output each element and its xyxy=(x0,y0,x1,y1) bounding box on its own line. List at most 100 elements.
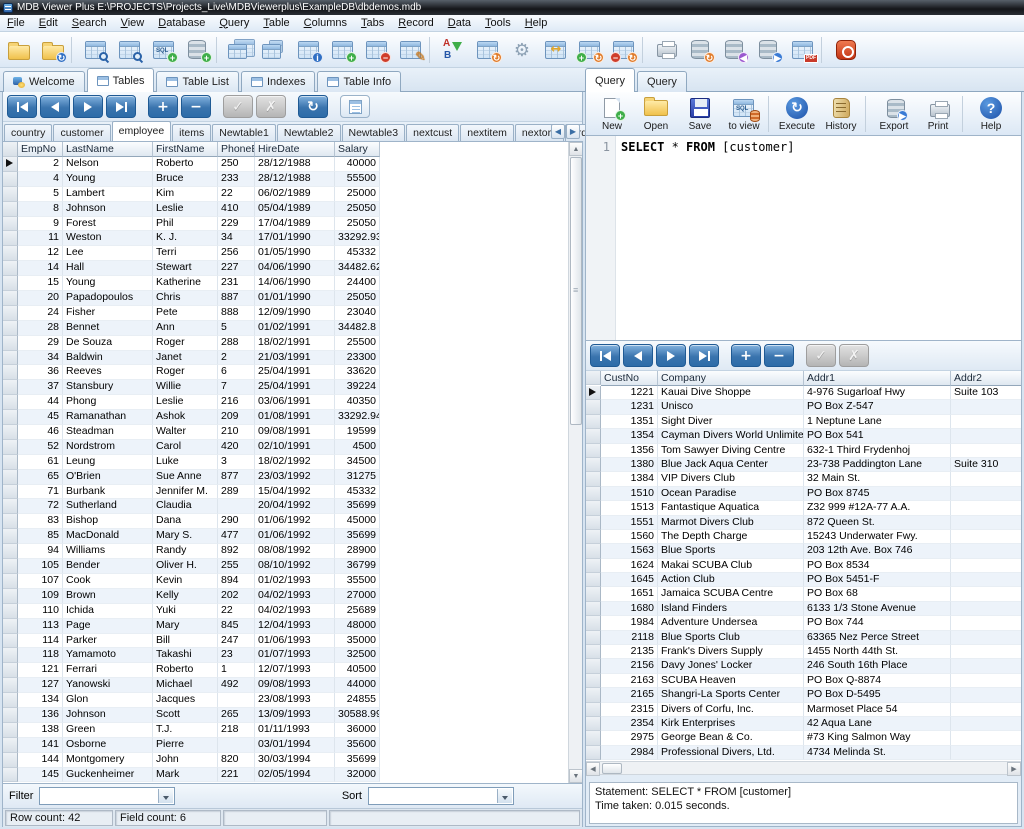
column-header-lastname[interactable]: LastName xyxy=(63,142,153,157)
cell[interactable]: 492 xyxy=(218,678,255,693)
column-header-empno[interactable]: EmpNo xyxy=(18,142,63,157)
chevron-down-icon[interactable] xyxy=(158,789,173,803)
tab-scroll-right-icon[interactable]: ▶ xyxy=(566,124,580,139)
column-header-custno[interactable]: CustNo xyxy=(601,371,658,386)
table-row[interactable]: 2NelsonRoberto25028/12/198840000 xyxy=(3,157,582,172)
cell[interactable]: 01/08/1991 xyxy=(255,410,335,425)
cell[interactable]: 34500 xyxy=(335,455,380,470)
cell[interactable]: 1551 xyxy=(601,516,658,530)
cell[interactable]: Phong xyxy=(63,395,153,410)
cell[interactable]: 290 xyxy=(218,514,255,529)
result-insert-record-button[interactable]: + xyxy=(731,344,761,367)
cell[interactable]: 04/02/1993 xyxy=(255,604,335,619)
cell[interactable]: 11 xyxy=(18,231,63,246)
cell[interactable]: 6 xyxy=(218,365,255,380)
cell[interactable]: 28900 xyxy=(335,544,380,559)
cell[interactable]: Chris xyxy=(153,291,218,306)
cell[interactable]: 02/05/1994 xyxy=(255,768,335,783)
menu-query[interactable]: Query xyxy=(212,15,256,32)
cell[interactable]: Suite 103 xyxy=(951,386,1021,400)
cell[interactable]: Roberto xyxy=(153,663,218,678)
table-row[interactable]: 20PapadopoulosChris88701/01/199025050 xyxy=(3,291,582,306)
query-tab-2[interactable]: Query xyxy=(637,71,687,92)
row-indicator[interactable] xyxy=(586,559,601,573)
cell[interactable]: PO Box D-5495 xyxy=(804,688,951,702)
cell[interactable]: Fantastique Aquatica xyxy=(658,501,804,515)
table-row[interactable]: 12LeeTerri25601/05/199045332 xyxy=(3,246,582,261)
menu-tools[interactable]: Tools xyxy=(478,15,518,32)
cell[interactable]: 872 Queen St. xyxy=(804,516,951,530)
cell[interactable]: 8 xyxy=(18,202,63,217)
menu-data[interactable]: Data xyxy=(441,15,478,32)
column-header-company[interactable]: Company xyxy=(658,371,804,386)
table-row[interactable]: 2135Frank's Divers Supply1455 North 44th… xyxy=(586,645,1021,659)
row-indicator[interactable] xyxy=(586,516,601,530)
table-row[interactable]: 1651Jamaica SCUBA CentrePO Box 68 xyxy=(586,587,1021,601)
cell[interactable]: 1510 xyxy=(601,487,658,501)
cell[interactable]: 127 xyxy=(18,678,63,693)
cell[interactable]: Blue Jack Aqua Center xyxy=(658,458,804,472)
cell[interactable]: Unisco xyxy=(658,400,804,414)
scroll-left-icon[interactable]: ◀ xyxy=(586,762,600,776)
table-row[interactable]: 83BishopDana29001/06/199245000 xyxy=(3,514,582,529)
print-button[interactable]: Print xyxy=(916,93,960,135)
row-indicator[interactable] xyxy=(586,616,601,630)
cell[interactable] xyxy=(951,472,1021,486)
cell[interactable]: Lee xyxy=(63,246,153,261)
table-tab-newtable3[interactable]: Newtable3 xyxy=(342,124,406,141)
table-row[interactable]: 1563Blue Sports203 12th Ave. Box 746 xyxy=(586,544,1021,558)
cell[interactable] xyxy=(951,429,1021,443)
cell[interactable]: Williams xyxy=(63,544,153,559)
row-indicator[interactable] xyxy=(3,425,18,440)
cell[interactable]: Frank's Divers Supply xyxy=(658,645,804,659)
cell[interactable]: 33620 xyxy=(335,365,380,380)
cell[interactable]: 246 South 16th Place xyxy=(804,659,951,673)
cell[interactable]: Stansbury xyxy=(63,380,153,395)
cell[interactable]: 145 xyxy=(18,768,63,783)
cell[interactable]: 13/09/1993 xyxy=(255,708,335,723)
cell[interactable]: 23300 xyxy=(335,351,380,366)
table-row[interactable]: 1356Tom Sawyer Diving Centre632-1 Third … xyxy=(586,444,1021,458)
cell[interactable]: 34 xyxy=(18,351,63,366)
cell[interactable]: 09/08/1991 xyxy=(255,425,335,440)
table-row[interactable]: 109BrownKelly20204/02/199327000 xyxy=(3,589,582,604)
cell[interactable]: 4500 xyxy=(335,440,380,455)
result-delete-record-button[interactable]: − xyxy=(764,344,794,367)
table-row[interactable]: 107CookKevin89401/02/199335500 xyxy=(3,574,582,589)
cell[interactable]: Hall xyxy=(63,261,153,276)
cell[interactable] xyxy=(951,616,1021,630)
cell[interactable]: Dana xyxy=(153,514,218,529)
row-indicator[interactable] xyxy=(586,746,601,760)
cell[interactable]: Pierre xyxy=(153,738,218,753)
row-indicator[interactable] xyxy=(586,400,601,414)
cell[interactable]: 01/01/1990 xyxy=(255,291,335,306)
row-indicator[interactable] xyxy=(3,693,18,708)
result-first-record-button[interactable] xyxy=(590,344,620,367)
cell[interactable]: K. J. xyxy=(153,231,218,246)
cell[interactable]: 250 xyxy=(218,157,255,172)
cell[interactable]: PO Box 5451-F xyxy=(804,573,951,587)
cell[interactable]: Lambert xyxy=(63,187,153,202)
cell[interactable]: Ocean Paradise xyxy=(658,487,804,501)
cell[interactable]: 35600 xyxy=(335,738,380,753)
cell[interactable]: Carol xyxy=(153,440,218,455)
cell[interactable]: 28 xyxy=(18,321,63,336)
table-row[interactable]: 1380Blue Jack Aqua Center23-738 Paddingt… xyxy=(586,458,1021,472)
cell[interactable]: Bill xyxy=(153,634,218,649)
table-row[interactable]: 1551Marmot Divers Club872 Queen St. xyxy=(586,516,1021,530)
cell[interactable] xyxy=(951,501,1021,515)
cell[interactable]: 44000 xyxy=(335,678,380,693)
cell[interactable]: Jamaica SCUBA Centre xyxy=(658,587,804,601)
cell[interactable] xyxy=(951,544,1021,558)
cell[interactable]: Bennet xyxy=(63,321,153,336)
rotate-table-button[interactable]: ↻ xyxy=(471,34,505,66)
column-header-firstname[interactable]: FirstName xyxy=(153,142,218,157)
tab-indexes[interactable]: Indexes xyxy=(241,71,316,92)
table-row[interactable]: 34BaldwinJanet221/03/199123300 xyxy=(3,351,582,366)
copy-database-button[interactable]: ↻ xyxy=(684,34,718,66)
cell[interactable]: 4 xyxy=(18,172,63,187)
cell[interactable]: 25050 xyxy=(335,202,380,217)
cell[interactable]: 9 xyxy=(18,217,63,232)
table-row[interactable]: 2984Professional Divers, Ltd.4734 Melind… xyxy=(586,746,1021,760)
cell[interactable]: 1680 xyxy=(601,602,658,616)
